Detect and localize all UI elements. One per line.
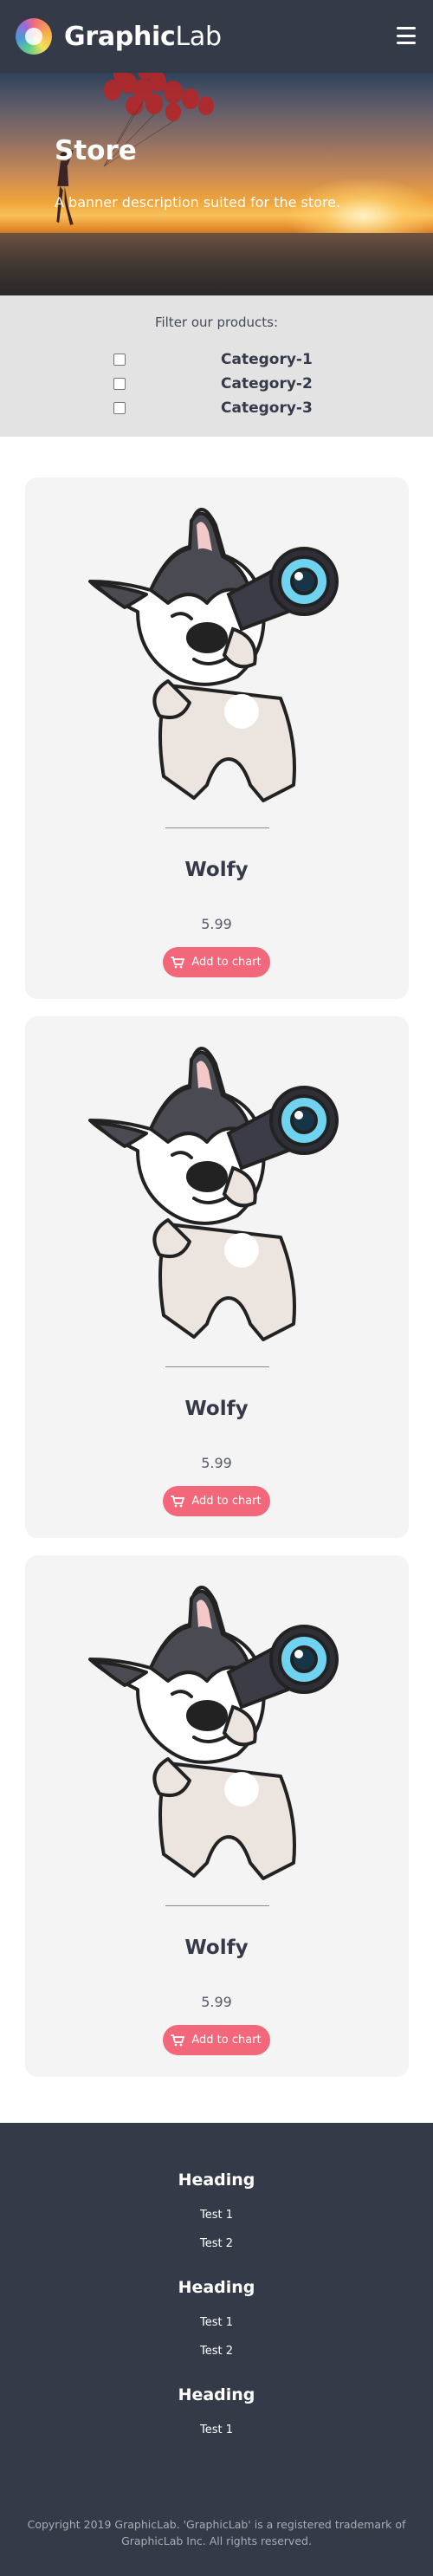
- cart-icon: [171, 2034, 185, 2046]
- banner-description: A banner description suited for the stor…: [55, 194, 341, 211]
- footer-link[interactable]: Test 2: [0, 2345, 433, 2358]
- product-price: 5.99: [201, 1994, 232, 2010]
- filter-label: Filter our products:: [154, 315, 279, 330]
- add-to-cart-button[interactable]: Add to chart: [162, 2025, 270, 2055]
- store-banner: Store A banner description suited for th…: [0, 73, 433, 295]
- category-3-checkbox[interactable]: [113, 402, 126, 414]
- wolfy-illustration: [87, 508, 339, 802]
- site-footer: Heading Test 1 Test 2 Heading Test 1 Tes…: [0, 2123, 433, 2576]
- category-option-3: Category-3: [0, 396, 433, 420]
- footer-link[interactable]: Test 1: [0, 2209, 433, 2222]
- product-filter: Filter our products: Category-1 Category…: [0, 295, 433, 437]
- divider: [165, 1905, 269, 1906]
- product-price: 5.99: [201, 1455, 232, 1471]
- footer-section-1: Heading Test 1 Test 2: [0, 2170, 433, 2250]
- product-card: Wolfy 5.99 Add to chart: [24, 1555, 409, 2077]
- category-1-label: Category-1: [221, 351, 313, 368]
- product-name: Wolfy: [184, 1398, 249, 1420]
- add-to-cart-button[interactable]: Add to chart: [162, 947, 270, 977]
- product-card: Wolfy 5.99 Add to chart: [24, 1016, 409, 1538]
- add-to-cart-label: Add to chart: [191, 2034, 262, 2047]
- product-card: Wolfy 5.99 Add to chart: [24, 477, 409, 999]
- footer-section-3: Heading Test 1: [0, 2385, 433, 2436]
- category-1-checkbox[interactable]: [113, 354, 126, 366]
- category-3-label: Category-3: [221, 399, 313, 417]
- product-name: Wolfy: [184, 859, 249, 881]
- footer-heading: Heading: [178, 2170, 255, 2190]
- wolfy-illustration: [87, 1586, 339, 1880]
- category-list: Category-1 Category-2 Category-3: [0, 347, 433, 420]
- footer-heading: Heading: [178, 2278, 255, 2297]
- product-name: Wolfy: [184, 1937, 249, 1959]
- footer-section-2: Heading Test 1 Test 2: [0, 2278, 433, 2358]
- balloons-illustration: [103, 73, 214, 167]
- copyright-notice: Copyright 2019 GraphicLab. 'GraphicLab' …: [27, 2518, 406, 2547]
- footer-link[interactable]: Test 2: [0, 2237, 433, 2250]
- add-to-cart-label: Add to chart: [191, 956, 262, 969]
- category-option-2: Category-2: [0, 372, 433, 396]
- banner-title: Store: [55, 135, 137, 166]
- product-image[interactable]: [86, 499, 346, 811]
- site-header: GraphicLab: [0, 0, 433, 73]
- cart-icon: [171, 1495, 185, 1507]
- product-price: 5.99: [201, 916, 232, 932]
- product-list: Wolfy 5.99 Add to chart Wolfy 5.99 Add t…: [0, 437, 433, 2077]
- footer-link[interactable]: Test 1: [0, 2316, 433, 2329]
- category-option-1: Category-1: [0, 347, 433, 372]
- divider: [165, 1366, 269, 1367]
- logo[interactable]: GraphicLab: [16, 18, 222, 55]
- category-2-checkbox[interactable]: [113, 378, 126, 390]
- brand-light: Lab: [175, 21, 222, 52]
- footer-link[interactable]: Test 1: [0, 2424, 433, 2436]
- add-to-cart-button[interactable]: Add to chart: [162, 1486, 270, 1516]
- brand-bold: Graphic: [64, 21, 176, 52]
- product-image[interactable]: [86, 1577, 346, 1889]
- cart-icon: [171, 956, 185, 968]
- category-2-label: Category-2: [221, 375, 313, 393]
- product-image[interactable]: [86, 1038, 346, 1350]
- wolfy-illustration: [87, 1047, 339, 1341]
- logo-icon: [16, 18, 52, 55]
- brand-name: GraphicLab: [64, 22, 222, 52]
- footer-heading: Heading: [178, 2385, 255, 2404]
- hamburger-menu-icon[interactable]: [397, 27, 416, 44]
- add-to-cart-label: Add to chart: [191, 1495, 262, 1508]
- divider: [165, 827, 269, 828]
